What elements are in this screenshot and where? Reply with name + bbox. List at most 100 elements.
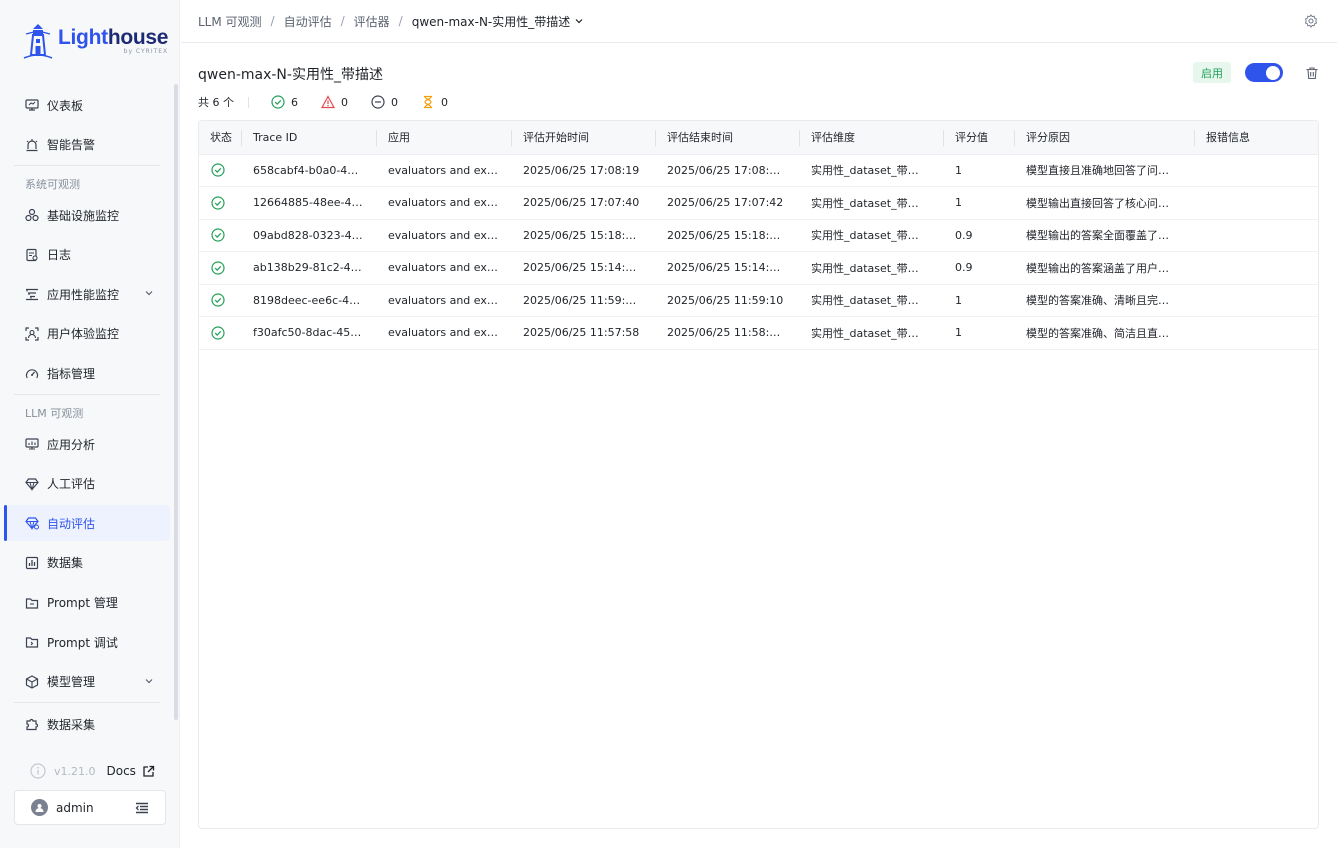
sidebar-item-label: Prompt 调试 bbox=[47, 635, 118, 650]
trace-id-cell[interactable]: 12664885-48ee-4… bbox=[242, 186, 377, 220]
status-cell bbox=[199, 251, 242, 285]
trace-id-cell[interactable]: 09abd828-0323-4… bbox=[242, 219, 377, 252]
sidebar-item-label: 日志 bbox=[47, 248, 72, 263]
total-count: 共 6 个 bbox=[198, 96, 234, 109]
column-header-error[interactable]: 报错信息 bbox=[1195, 121, 1318, 155]
column-header-start-time[interactable]: 评估开始时间 bbox=[512, 121, 656, 155]
sidebar-item-human-eval[interactable]: 人工评估 bbox=[4, 466, 170, 502]
docs-link[interactable]: Docs bbox=[107, 764, 155, 778]
column-header-app[interactable]: 应用 bbox=[377, 121, 512, 155]
cube-icon bbox=[24, 674, 40, 690]
gear-icon[interactable] bbox=[1304, 14, 1318, 31]
error-cell bbox=[1195, 284, 1318, 317]
chevron-down-icon[interactable] bbox=[144, 287, 154, 301]
stat-warning[interactable]: 0 bbox=[321, 95, 348, 109]
error-cell bbox=[1195, 154, 1318, 187]
sidebar-item-infrastructure[interactable]: 基础设施监控 bbox=[4, 197, 170, 233]
end-time-cell: 2025/06/25 11:58:… bbox=[656, 316, 800, 350]
stat-success[interactable]: 6 bbox=[271, 95, 298, 109]
lighthouse-logo[interactable]: Lighthouse by CYRITEX bbox=[22, 20, 172, 62]
check-circle-icon bbox=[211, 163, 225, 177]
sidebar-item-datasets[interactable]: 数据集 bbox=[4, 545, 170, 581]
score-cell: 1 bbox=[944, 186, 1015, 220]
check-circle-icon bbox=[211, 326, 225, 340]
sidebar-item-dashboard[interactable]: 仪表板 bbox=[4, 87, 170, 123]
error-cell bbox=[1195, 316, 1318, 350]
error-cell bbox=[1195, 186, 1318, 220]
sidebar-item-app-analysis[interactable]: 应用分析 bbox=[4, 426, 170, 462]
sidebar-item-logs[interactable]: 日志 bbox=[4, 237, 170, 273]
lighthouse-icon bbox=[23, 24, 53, 59]
bar-chart-icon bbox=[24, 555, 40, 571]
monitor-icon bbox=[24, 97, 40, 113]
sidebar: Lighthouse by CYRITEX 仪表板 智能告警 系统可观测 基础设… bbox=[0, 0, 180, 848]
reason-cell: 模型直接且准确地回答了问… bbox=[1015, 154, 1195, 187]
table-row[interactable]: 8198deec-ee6c-4… evaluators and ex… 2025… bbox=[199, 284, 1318, 317]
trace-id-cell[interactable]: ab138b29-81c2-4… bbox=[242, 251, 377, 285]
user-menu[interactable]: admin bbox=[14, 790, 166, 825]
sidebar-item-label: 智能告警 bbox=[47, 138, 96, 153]
dimension-cell: 实用性_dataset_带… bbox=[800, 154, 944, 187]
sidebar-item-apm[interactable]: 应用性能监控 bbox=[4, 276, 170, 312]
gauge-icon bbox=[24, 366, 40, 382]
table-row[interactable]: 12664885-48ee-4… evaluators and ex… 2025… bbox=[199, 186, 1318, 220]
sidebar-item-label: 应用性能监控 bbox=[47, 287, 120, 302]
dimension-cell: 实用性_dataset_带… bbox=[800, 316, 944, 350]
warning-icon bbox=[321, 95, 335, 109]
status-cell bbox=[199, 284, 242, 317]
sidebar-item-label: 仪表板 bbox=[47, 98, 84, 113]
table-row[interactable]: 09abd828-0323-4… evaluators and ex… 2025… bbox=[199, 219, 1318, 252]
error-cell bbox=[1195, 219, 1318, 252]
logo-subtitle: by CYRITEX bbox=[123, 48, 169, 55]
trace-id-cell[interactable]: 658cabf4-b0a0-4… bbox=[242, 154, 377, 187]
status-badge: 启用 bbox=[1193, 62, 1231, 83]
column-header-trace-id[interactable]: Trace ID bbox=[242, 121, 377, 155]
column-header-end-time[interactable]: 评估结束时间 bbox=[656, 121, 800, 155]
sidebar-item-label: 自动评估 bbox=[47, 516, 96, 531]
sidebar-scrollbar[interactable] bbox=[174, 84, 178, 720]
start-time-cell: 2025/06/25 11:59:… bbox=[512, 284, 656, 317]
chevron-down-icon[interactable] bbox=[144, 675, 154, 689]
folder-debug-icon bbox=[24, 634, 40, 650]
breadcrumb-current-evaluator[interactable]: qwen-max-N-实用性_带描述 bbox=[412, 13, 585, 30]
end-time-cell: 2025/06/25 15:14:… bbox=[656, 251, 800, 285]
table-row[interactable]: f30afc50-8dac-45… evaluators and ex… 202… bbox=[199, 316, 1318, 350]
breadcrumb-item-evaluators[interactable]: 评估器 bbox=[354, 13, 390, 30]
sidebar-item-rum[interactable]: 用户体验监控 bbox=[4, 316, 170, 352]
column-header-status[interactable]: 状态 bbox=[199, 121, 242, 155]
divider bbox=[14, 394, 160, 396]
enable-toggle[interactable] bbox=[1245, 63, 1283, 82]
column-header-score[interactable]: 评分值 bbox=[944, 121, 1015, 155]
trace-id-cell[interactable]: 8198deec-ee6c-4… bbox=[242, 284, 377, 317]
column-header-dimension[interactable]: 评估维度 bbox=[800, 121, 944, 155]
sidebar-item-label: 基础设施监控 bbox=[47, 208, 120, 223]
breadcrumb-item-llm[interactable]: LLM 可观测 bbox=[198, 13, 262, 30]
sidebar-item-model-manage[interactable]: 模型管理 bbox=[4, 664, 170, 700]
minus-circle-icon bbox=[371, 95, 385, 109]
trace-id-cell[interactable]: f30afc50-8dac-45… bbox=[242, 316, 377, 350]
table-row[interactable]: 658cabf4-b0a0-4… evaluators and ex… 2025… bbox=[199, 154, 1318, 187]
alarm-icon bbox=[24, 137, 40, 153]
status-cell bbox=[199, 316, 242, 350]
stat-pending[interactable]: 0 bbox=[421, 95, 448, 109]
dimension-cell: 实用性_dataset_带… bbox=[800, 219, 944, 252]
collapse-menu-icon[interactable] bbox=[135, 801, 149, 818]
sidebar-item-data-collection[interactable]: 数据采集 bbox=[4, 706, 170, 742]
status-cell bbox=[199, 154, 242, 187]
sidebar-item-metrics[interactable]: 指标管理 bbox=[4, 356, 170, 392]
check-circle-icon bbox=[211, 228, 225, 242]
sidebar-item-alerts[interactable]: 智能告警 bbox=[4, 127, 170, 163]
nodes-icon bbox=[24, 207, 40, 223]
column-header-reason[interactable]: 评分原因 bbox=[1015, 121, 1195, 155]
chevron-down-icon bbox=[575, 19, 583, 24]
trash-icon[interactable] bbox=[1305, 66, 1319, 83]
stat-skipped[interactable]: 0 bbox=[371, 95, 398, 109]
error-cell bbox=[1195, 251, 1318, 285]
sidebar-item-auto-eval[interactable]: 自动评估 bbox=[4, 505, 170, 542]
table-row[interactable]: ab138b29-81c2-4… evaluators and ex… 2025… bbox=[199, 251, 1318, 285]
sidebar-item-prompt-manage[interactable]: Prompt 管理 bbox=[4, 585, 170, 621]
sidebar-item-label: 应用分析 bbox=[47, 437, 96, 452]
external-link-icon bbox=[143, 765, 155, 777]
sidebar-item-prompt-debug[interactable]: Prompt 调试 bbox=[4, 624, 170, 660]
breadcrumb-item-auto-eval[interactable]: 自动评估 bbox=[284, 13, 332, 30]
